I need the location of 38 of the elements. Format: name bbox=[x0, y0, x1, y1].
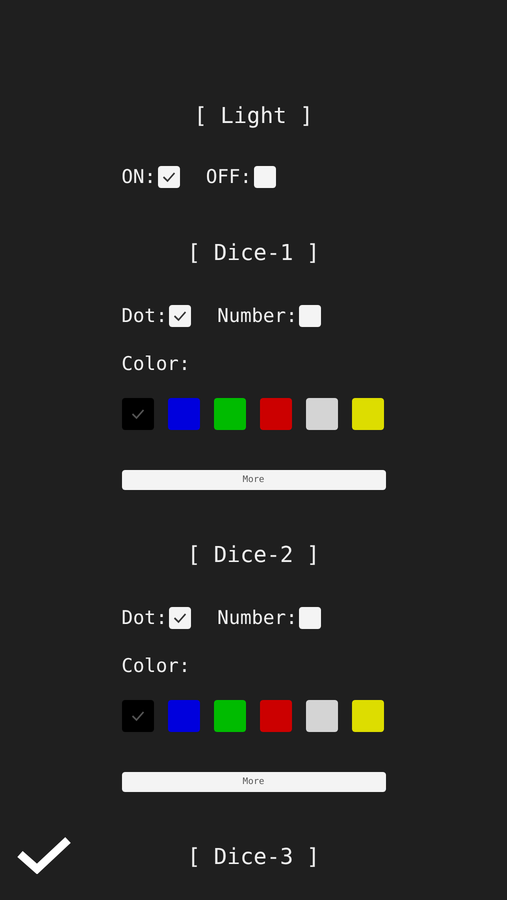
option-label: Dot: bbox=[122, 304, 168, 328]
color-swatch[interactable] bbox=[306, 700, 338, 732]
checkbox[interactable] bbox=[169, 607, 192, 629]
color-swatch[interactable] bbox=[352, 398, 384, 430]
option-label: OFF: bbox=[206, 165, 252, 189]
checkbox[interactable] bbox=[169, 305, 192, 327]
color-swatch[interactable] bbox=[168, 398, 200, 430]
more-button[interactable]: More bbox=[122, 470, 386, 490]
checkbox[interactable] bbox=[254, 166, 276, 188]
section-title: [ Dice-2 ] bbox=[187, 542, 320, 570]
checkbox[interactable] bbox=[299, 607, 322, 629]
color-swatch[interactable] bbox=[306, 398, 338, 430]
checkbox[interactable] bbox=[158, 166, 180, 188]
section-title: [ Dice-3 ] bbox=[187, 844, 320, 872]
check-icon bbox=[173, 310, 188, 322]
option-label: ON: bbox=[122, 165, 156, 189]
more-button[interactable]: More bbox=[122, 772, 386, 792]
color-swatch[interactable] bbox=[214, 398, 246, 430]
checkbox[interactable] bbox=[299, 305, 322, 327]
color-swatch[interactable] bbox=[168, 700, 200, 732]
color-swatch[interactable] bbox=[260, 700, 292, 732]
option-label: Number: bbox=[217, 606, 298, 630]
color-swatch[interactable] bbox=[352, 700, 384, 732]
section-title: [ Light ] bbox=[194, 103, 314, 131]
check-icon bbox=[173, 612, 188, 624]
color-label: Color: bbox=[122, 654, 192, 678]
check-icon bbox=[162, 171, 176, 183]
check-icon bbox=[130, 710, 144, 722]
option-label: Number: bbox=[217, 304, 298, 328]
check-icon bbox=[130, 408, 144, 420]
section-title: [ Dice-1 ] bbox=[187, 240, 320, 268]
option-label: Dot: bbox=[122, 606, 168, 630]
color-swatch[interactable] bbox=[214, 700, 246, 732]
color-swatch[interactable] bbox=[260, 398, 292, 430]
confirm-button[interactable] bbox=[16, 834, 72, 874]
color-swatch[interactable] bbox=[122, 398, 154, 430]
color-swatch[interactable] bbox=[122, 700, 154, 732]
color-label: Color: bbox=[122, 352, 192, 376]
